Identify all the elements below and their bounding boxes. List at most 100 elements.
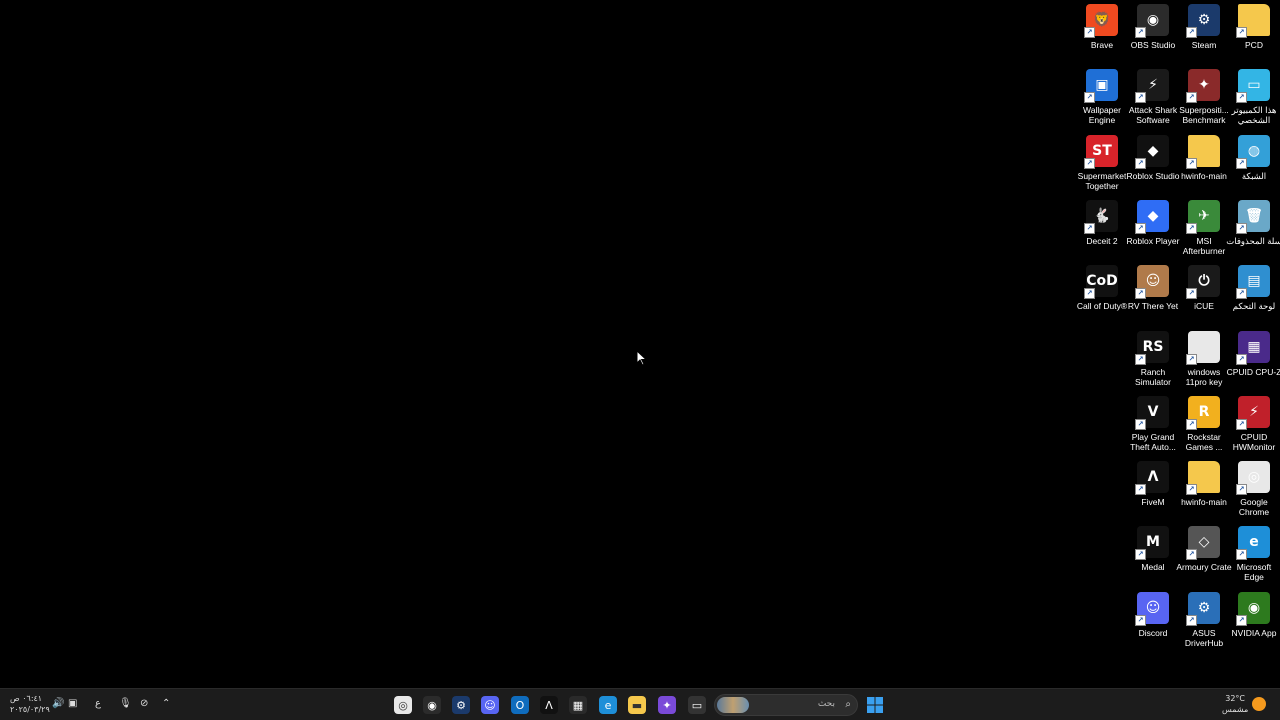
desktop-icon[interactable]: ↗ windows 11pro key xyxy=(1178,330,1230,393)
desktop-icon[interactable]: ▭ ↗ هذا الكمبيوتر الشخصي xyxy=(1228,69,1280,131)
desktop-icon[interactable]: ▣ ↗ Wallpaper Engine xyxy=(1076,69,1128,131)
desktop-icon[interactable]: ✈ ↗ MSI Afterburner xyxy=(1178,199,1230,262)
task-view-taskbar-icon[interactable]: ▭ xyxy=(688,696,706,714)
desktop-icon-label: لوحة التحكم xyxy=(1232,301,1276,312)
desktop-icon-label: NVIDIA App xyxy=(1231,627,1277,638)
desktop-icon[interactable]: M ↗ Medal xyxy=(1127,526,1179,588)
store-taskbar-icon[interactable]: ▦ xyxy=(569,696,587,714)
desktop-icon[interactable]: ◆ ↗ Roblox Player xyxy=(1127,199,1179,262)
start-button-windows-icon[interactable] xyxy=(866,696,884,714)
edge-icon: e ↗ xyxy=(1236,526,1270,561)
shortcut-arrow-icon: ↗ xyxy=(1236,288,1247,300)
desktop-icon[interactable]: ✦ ↗ Superpositi... Benchmark xyxy=(1178,69,1230,131)
shortcut-arrow-icon: ↗ xyxy=(1084,288,1095,300)
weather-widget[interactable]: 32°C مشمس xyxy=(1222,693,1248,715)
outlook-taskbar-icon[interactable]: O xyxy=(511,696,529,714)
attack-shark-icon: ⚡ ↗ xyxy=(1135,69,1169,104)
desktop-icon[interactable]: ◍ ↗ الشبكة xyxy=(1228,134,1280,197)
shortcut-arrow-icon: ↗ xyxy=(1236,549,1247,561)
shortcut-arrow-icon: ↗ xyxy=(1186,27,1197,38)
shortcut-arrow-icon: ↗ xyxy=(1135,222,1146,234)
desktop-icon[interactable]: ↗ PCD xyxy=(1228,4,1280,66)
desktop-icon[interactable]: R ↗ Rockstar Games ... xyxy=(1178,395,1230,458)
obs-taskbar-icon[interactable]: ◉ xyxy=(423,696,441,714)
desktop-icon[interactable]: Λ ↗ FiveM xyxy=(1127,461,1179,523)
desktop[interactable]: 🦁 ↗ Brave ◉ ↗ OBS Studio ⚙ ↗ Steam ↗ PCD ▣ ↗ Wallpape… xyxy=(0,0,1280,688)
desktop-icon[interactable]: ⚙ ↗ Steam xyxy=(1178,4,1230,66)
microphone-icon[interactable]: 🎙 xyxy=(119,698,132,709)
shortcut-arrow-icon: ↗ xyxy=(1084,157,1095,169)
shortcut-arrow-icon: ↗ xyxy=(1186,484,1197,496)
ranch-simulator-icon: RS ↗ xyxy=(1135,330,1169,365)
edge-taskbar-icon[interactable]: e xyxy=(599,696,617,714)
weather-temp: 32°C xyxy=(1225,694,1245,703)
desktop-icon[interactable]: ◎ ↗ Google Chrome xyxy=(1228,461,1280,523)
discord-taskbar-icon[interactable]: ☺ xyxy=(481,696,499,714)
desktop-icon[interactable]: ↗ hwinfo-main xyxy=(1178,134,1230,197)
desktop-icon-label: Attack Shark Software xyxy=(1128,105,1178,126)
chrome-taskbar-icon[interactable]: ◎ xyxy=(394,696,412,714)
msi-afterburner-icon: ✈ ↗ xyxy=(1186,199,1220,234)
desktop-icon-label: Wallpaper Engine xyxy=(1083,105,1121,126)
file-explorer-taskbar-icon[interactable]: ▬ xyxy=(628,696,646,714)
desktop-icon-label: سلة المحذوفات xyxy=(1226,235,1280,246)
desktop-icon[interactable]: e ↗ Microsoft Edge xyxy=(1228,526,1280,588)
hwmonitor-icon: ⚡ ↗ xyxy=(1236,395,1270,430)
shortcut-arrow-icon: ↗ xyxy=(1236,222,1247,234)
desktop-icon[interactable]: 🐇 ↗ Deceit 2 xyxy=(1076,199,1128,262)
shortcut-arrow-icon: ↗ xyxy=(1084,27,1095,38)
shortcut-arrow-icon: ↗ xyxy=(1186,92,1197,104)
desktop-icon[interactable]: ▤ ↗ لوحة التحكم xyxy=(1228,265,1280,327)
search-highlight-icon xyxy=(717,697,749,713)
desktop-icon-label: CPUID HWMonitor xyxy=(1232,431,1276,452)
call-of-duty-icon: CoD ↗ xyxy=(1084,265,1118,300)
steam-taskbar-icon[interactable]: ⚙ xyxy=(452,696,470,714)
shortcut-arrow-icon: ↗ xyxy=(1135,288,1146,300)
desktop-icon[interactable]: RS ↗ Ranch Simulator xyxy=(1127,330,1179,393)
desktop-icon[interactable]: ☺ ↗ RV There Yet xyxy=(1127,265,1179,327)
desktop-icon[interactable]: 🦁 ↗ Brave xyxy=(1076,4,1128,66)
language-indicator[interactable]: ع xyxy=(95,698,101,709)
mouse-cursor-icon xyxy=(636,350,648,366)
desktop-icon-label: RV There Yet xyxy=(1127,301,1179,312)
system-clock[interactable]: ٠٦:٤١ ص ٢٠٢٥/٠٣/٢٩ xyxy=(10,693,50,715)
desktop-icon[interactable]: ◇ ↗ Armoury Crate xyxy=(1176,526,1232,588)
desktop-icon[interactable]: ⏻ ↗ iCUE xyxy=(1178,265,1230,327)
roblox-studio-icon: ◆ ↗ xyxy=(1135,134,1169,169)
desktop-icon[interactable]: ☺ ↗ Discord xyxy=(1127,591,1179,654)
gta-icon: V ↗ xyxy=(1135,395,1169,430)
desktop-icon[interactable]: ▦ ↗ CPUID CPU-Z xyxy=(1226,330,1280,393)
desktop-icon[interactable]: ◉ ↗ OBS Studio xyxy=(1127,4,1179,66)
shortcut-arrow-icon: ↗ xyxy=(1186,549,1197,561)
cpu-z-icon: ▦ ↗ xyxy=(1236,330,1270,365)
desktop-icon[interactable]: ↗ hwinfo-main xyxy=(1178,461,1230,523)
display-icon[interactable]: ▣ xyxy=(68,698,77,709)
desktop-icon[interactable]: CoD ↗ Call of Duty® xyxy=(1076,265,1128,327)
desktop-icon-label: CPUID CPU-Z xyxy=(1226,366,1280,377)
icue-icon: ⏻ ↗ xyxy=(1186,265,1220,300)
nvidia-app-icon: ◉ ↗ xyxy=(1236,591,1270,626)
recycle-bin-icon: 🗑 ↗ xyxy=(1236,199,1270,234)
desktop-icon[interactable]: V ↗ Play Grand Theft Auto... xyxy=(1127,395,1179,458)
chevron-up-icon[interactable]: ⌃ xyxy=(162,698,170,709)
shortcut-arrow-icon: ↗ xyxy=(1135,92,1146,104)
shortcut-arrow-icon: ↗ xyxy=(1236,614,1247,626)
volume-icon[interactable]: 🔊 xyxy=(52,698,64,709)
desktop-icon-label: Google Chrome xyxy=(1238,497,1270,518)
asus-driverhub-icon: ⚙ ↗ xyxy=(1186,591,1220,626)
desktop-icon[interactable]: ⚙ ↗ ASUS DriverHub xyxy=(1178,591,1230,654)
desktop-icon[interactable]: 🗑 ↗ سلة المحذوفات xyxy=(1226,199,1280,262)
fivem-taskbar-icon[interactable]: Λ xyxy=(540,696,558,714)
taskbar-search-box[interactable]: بحث ⌕ xyxy=(714,694,858,716)
desktop-icon[interactable]: ⚡ ↗ Attack Shark Software xyxy=(1127,69,1179,131)
network-off-icon[interactable]: ⊘ xyxy=(140,698,148,709)
superposition-icon: ✦ ↗ xyxy=(1186,69,1220,104)
copilot-taskbar-icon[interactable]: ✦ xyxy=(658,696,676,714)
roblox-player-icon: ◆ ↗ xyxy=(1135,199,1169,234)
desktop-icon[interactable]: ◉ ↗ NVIDIA App xyxy=(1228,591,1280,654)
desktop-icon-label: Armoury Crate xyxy=(1176,562,1232,573)
desktop-icon[interactable]: ◆ ↗ Roblox Studio xyxy=(1126,134,1180,197)
desktop-icon-label: Roblox Studio xyxy=(1126,170,1180,181)
desktop-icon[interactable]: ⚡ ↗ CPUID HWMonitor xyxy=(1228,395,1280,458)
desktop-icon[interactable]: ST ↗ Supermarket Together xyxy=(1076,134,1128,197)
